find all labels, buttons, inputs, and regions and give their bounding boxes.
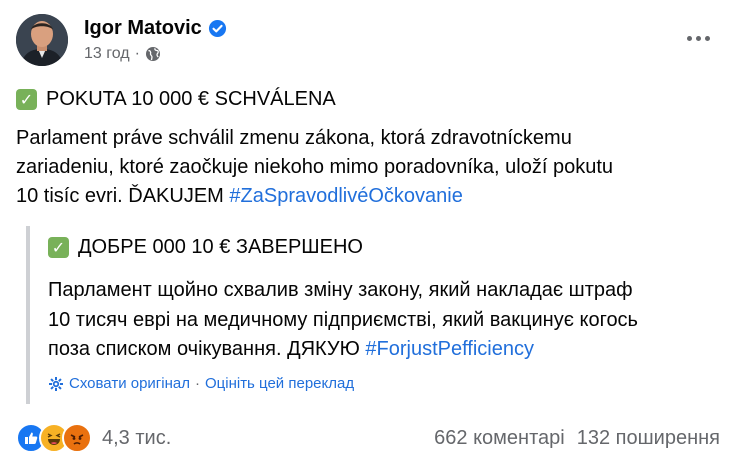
post-header: Igor Matovic 13 год · xyxy=(16,12,720,68)
meta-separator: · xyxy=(134,45,140,62)
author-line: Igor Matovic xyxy=(84,17,227,40)
author-name[interactable]: Igor Matovic xyxy=(84,17,202,40)
translation-body-line: Парламент щойно схвалив зміну закону, як… xyxy=(48,279,633,301)
reactions-summary[interactable]: 4,3 тис. xyxy=(16,422,171,454)
post-footer: 4,3 тис. 662 коментарі 132 поширення xyxy=(16,420,720,456)
hashtag-link[interactable]: #ZaSpravodlivéOčkovanie xyxy=(229,185,462,207)
avatar[interactable] xyxy=(16,14,68,66)
post-title: POKUTA 10 000 € SCHVÁLENA xyxy=(46,88,336,110)
post-body-line: 10 tisíc evri. ĎAKUJEM #ZaSpravodlivéOčk… xyxy=(16,182,716,211)
check-mark-icon: ✓ xyxy=(16,89,37,110)
profile-photo xyxy=(16,14,68,66)
post-meta: 13 год · xyxy=(84,45,161,63)
translation-body: Парламент щойно схвалив зміну закону, як… xyxy=(48,276,720,365)
more-options-button[interactable] xyxy=(680,26,716,50)
post-title-line: ✓ POKUTA 10 000 € SCHVÁLENA xyxy=(16,88,336,111)
post-time[interactable]: 13 год xyxy=(84,45,130,63)
more-dot-icon xyxy=(704,35,710,41)
translation-links: Сховати оригінал · Оцініть цей переклад xyxy=(48,375,354,392)
angry-reaction-icon xyxy=(62,423,92,453)
translation-body-line: поза списком очікування. ДЯКУЮ #ForjustP… xyxy=(48,335,720,365)
gear-icon[interactable] xyxy=(48,376,64,392)
rate-translation-link[interactable]: Оцініть цей переклад xyxy=(205,375,354,392)
globe-icon[interactable] xyxy=(145,46,161,62)
more-dot-icon xyxy=(686,35,692,41)
post-stats: 662 коментарі 132 поширення xyxy=(434,427,720,450)
hide-original-link[interactable]: Сховати оригінал xyxy=(69,375,190,392)
post-body-line: zariadeniu, ktoré zaočkuje niekoho mimo … xyxy=(16,156,614,178)
link-separator: · xyxy=(194,375,200,392)
translation-block: ✓ ДОБРЕ 000 10 € ЗАВЕРШЕНО Парламент щой… xyxy=(26,226,716,404)
comments-count[interactable]: 662 коментарі xyxy=(434,427,565,450)
translation-hashtag-link[interactable]: #ForjustPefficiency xyxy=(365,338,534,360)
check-mark-icon: ✓ xyxy=(48,237,69,258)
verified-badge-icon xyxy=(208,19,226,38)
translation-body-line: 10 тисяч еврі на медичному підприємстві,… xyxy=(48,308,638,331)
translation-body-text: поза списком очікування. ДЯКУЮ xyxy=(48,338,366,360)
translation-title: ДОБРЕ 000 10 € ЗАВЕРШЕНО xyxy=(78,236,363,258)
more-dot-icon xyxy=(695,35,701,41)
reaction-count[interactable]: 4,3 тис. xyxy=(102,427,171,450)
post-body-text: 10 tisíc evri. ĎAKUJEM xyxy=(16,185,230,207)
shares-count[interactable]: 132 поширення xyxy=(577,427,720,450)
translation-title-line: ✓ ДОБРЕ 000 10 € ЗАВЕРШЕНО xyxy=(48,236,363,259)
post-body: Parlament práve schválil zmenu zákona, k… xyxy=(16,124,716,211)
post-body-line: Parlament práve schválil zmenu zákona, k… xyxy=(16,127,572,149)
